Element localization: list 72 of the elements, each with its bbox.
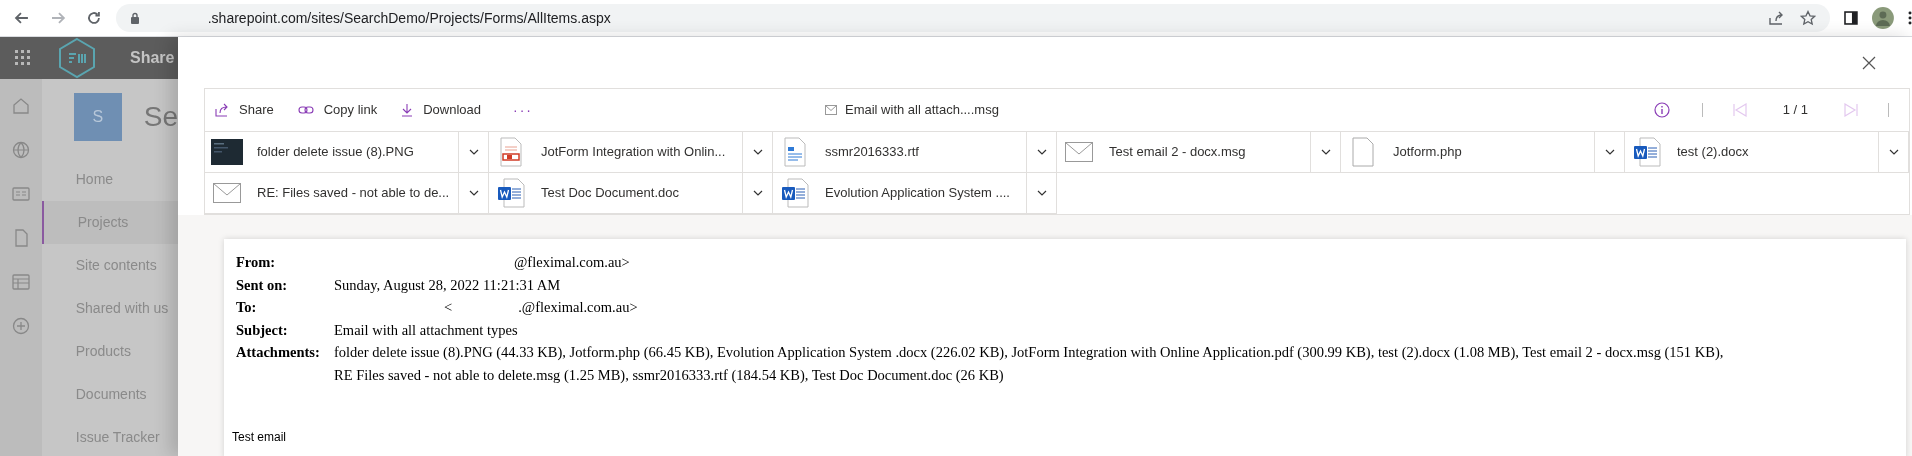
star-icon[interactable] bbox=[1800, 10, 1817, 26]
file-icon bbox=[1352, 137, 1374, 167]
menu-icon[interactable] bbox=[1908, 11, 1912, 25]
reload-icon[interactable] bbox=[85, 10, 102, 26]
app-name: Share bbox=[130, 48, 175, 68]
field-value: RE Files saved - not able to delete.msg (1.25 MB), ssmr2016333.rtf (184.54 KB), Test Doc Document.doc (26 KB) bbox=[334, 365, 1005, 385]
chevron-icon bbox=[752, 190, 763, 196]
link-button[interactable]: Copy link bbox=[297, 100, 378, 120]
email-body: Test email bbox=[232, 429, 288, 446]
attachment-tab[interactable]: ssmr2016333.rtf bbox=[773, 132, 1027, 172]
field-label: Subject: bbox=[236, 320, 289, 340]
add-icon[interactable] bbox=[11, 317, 30, 335]
download-icon bbox=[401, 103, 414, 117]
share-icon bbox=[215, 103, 229, 117]
address-bar[interactable]: .sharepoint.com/sites/SearchDemo/Projects/Forms/AllItems.aspx bbox=[115, 4, 1831, 32]
attachment-tab[interactable]: Jotform.php bbox=[1341, 132, 1595, 172]
avatar-icon[interactable] bbox=[1872, 7, 1894, 29]
field-value: Sunday, August 28, 2022 11:21:31 AM bbox=[334, 275, 561, 295]
share-icon[interactable] bbox=[1768, 10, 1785, 26]
chevron-icon bbox=[468, 190, 479, 196]
mail-icon bbox=[825, 105, 837, 115]
share-button[interactable]: Share bbox=[215, 100, 274, 120]
globe-icon[interactable] bbox=[11, 141, 30, 159]
mail-icon bbox=[1065, 142, 1093, 162]
url-text: .sharepoint.com/sites/SearchDemo/Projects/Forms/AllItems.aspx bbox=[207, 8, 611, 28]
field-value: @fleximal.com.au> bbox=[513, 253, 630, 272]
app-launcher-icon[interactable] bbox=[15, 50, 31, 66]
site-title: Se bbox=[143, 100, 178, 134]
attachment-tab[interactable]: RE: Files saved - not able to de... bbox=[205, 173, 459, 213]
logo-icon[interactable] bbox=[57, 37, 97, 79]
field-value: < bbox=[443, 298, 453, 317]
chevron-icon bbox=[1036, 149, 1047, 155]
field-label: Sent on: bbox=[236, 275, 289, 295]
document-icon bbox=[782, 137, 808, 167]
home-icon[interactable] bbox=[11, 97, 30, 115]
link-icon bbox=[297, 104, 314, 116]
download-button[interactable]: Download bbox=[401, 100, 481, 120]
chevron-icon bbox=[1604, 149, 1615, 155]
attachment-tab[interactable]: JotForm Integration with Onlin... bbox=[489, 132, 743, 172]
more-button[interactable]: ··· bbox=[513, 99, 533, 121]
chevron-icon bbox=[468, 149, 479, 155]
word-file-icon bbox=[1633, 137, 1661, 167]
list-icon[interactable] bbox=[11, 273, 30, 291]
attachment-tab[interactable]: Test email 2 - docx.msg bbox=[1057, 132, 1311, 172]
file-name: Email with all attach....msg bbox=[845, 101, 999, 120]
attachment-tab[interactable]: Evolution Application System .... bbox=[773, 173, 1027, 213]
chevron-icon bbox=[1320, 149, 1331, 155]
field-label: To: bbox=[236, 298, 258, 317]
info-icon[interactable] bbox=[1653, 102, 1670, 118]
news-icon[interactable] bbox=[11, 185, 30, 203]
field-label: From: bbox=[236, 253, 277, 272]
sidebar-icon[interactable] bbox=[1844, 11, 1859, 25]
attachment-tab[interactable]: folder delete issue (8).PNG bbox=[205, 132, 459, 172]
attachment-tab[interactable]: Test Doc Document.doc bbox=[489, 173, 743, 213]
lock-icon bbox=[129, 12, 140, 24]
word-file-icon bbox=[497, 178, 525, 208]
attachment-tab[interactable]: test (2).docx bbox=[1625, 132, 1879, 172]
forward-icon[interactable] bbox=[49, 10, 66, 26]
mail-icon bbox=[213, 183, 241, 203]
field-label: Attachments: bbox=[236, 343, 321, 362]
close-icon[interactable] bbox=[1862, 55, 1876, 70]
chevron-icon bbox=[1888, 149, 1899, 155]
field-value: Email with all attachment types bbox=[334, 320, 518, 340]
chevron-icon bbox=[1036, 190, 1047, 196]
back-icon[interactable] bbox=[14, 10, 30, 26]
word-file-icon bbox=[781, 178, 809, 208]
page-counter: 1 / 1 bbox=[1782, 101, 1808, 120]
field-value: folder delete issue (8).PNG (44.33 KB), Jotform.php (66.45 KB), Evolution Application System .docx (226.02 KB), JotForm Integration with Online Application.pdf (300.99 KB), test (2).docx (1.08 MB), Test email 2 - docx.msg (151 KB), bbox=[334, 343, 1724, 362]
field-value: .@fleximal.com.au> bbox=[517, 298, 638, 317]
pdf-file-icon bbox=[498, 137, 524, 167]
image-thumbnail-icon bbox=[211, 139, 243, 165]
chevron-icon bbox=[752, 149, 763, 155]
